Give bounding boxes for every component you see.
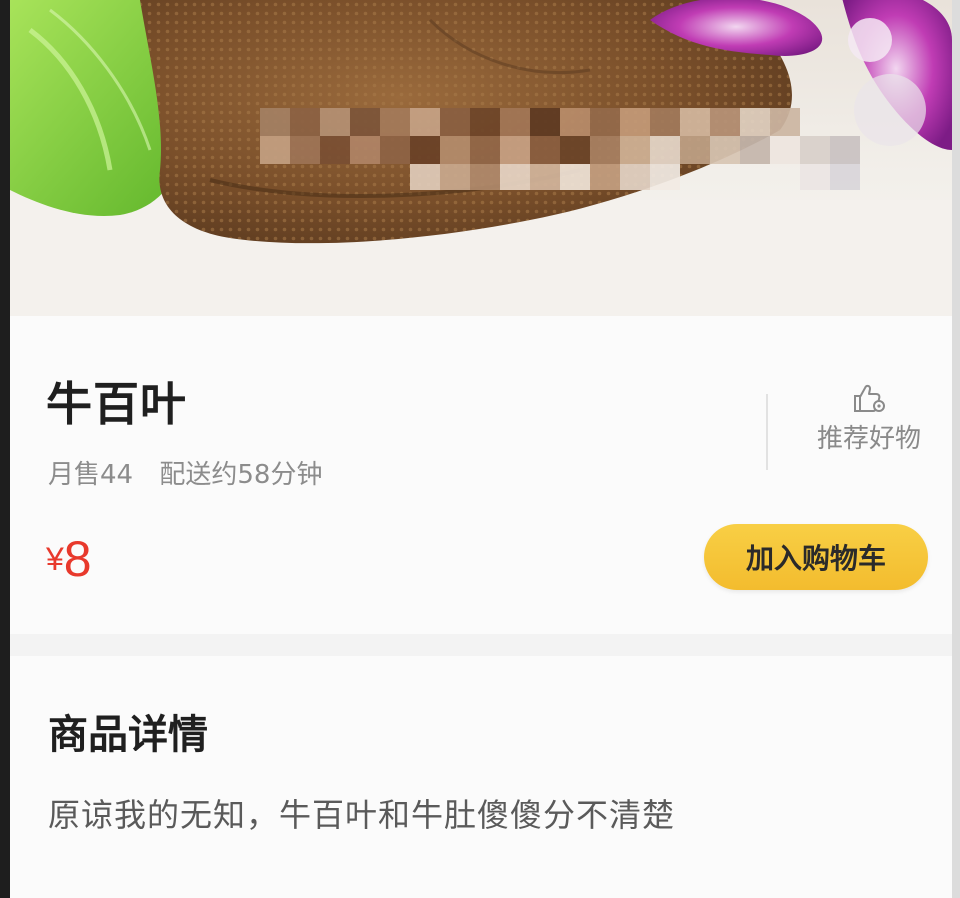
- product-photo-illustration: [10, 0, 952, 316]
- product-meta: 月售44 配送约58分钟: [48, 454, 322, 491]
- product-price: ¥8: [46, 530, 92, 588]
- price-value: 8: [63, 531, 92, 587]
- screen-right-edge: [952, 0, 960, 898]
- screen-left-edge: [0, 0, 10, 898]
- monthly-sales: 月售44: [48, 460, 134, 490]
- thumbs-up-icon: [854, 384, 885, 412]
- recommend-button[interactable]: 推荐好物: [804, 382, 934, 455]
- delivery-time: 配送约58分钟: [159, 460, 323, 490]
- add-to-cart-button[interactable]: 加入购物车: [704, 524, 928, 590]
- product-detail-screen: 牛百叶 月售44 配送约58分钟 ¥8 推荐好物 加入购物车 商品详情 原谅我的…: [0, 0, 960, 898]
- recommend-label: 推荐好物: [816, 424, 921, 454]
- price-currency: ¥: [46, 541, 64, 577]
- details-heading: 商品详情: [48, 712, 208, 758]
- details-description: 原谅我的无知，牛百叶和牛肚傻傻分不清楚: [48, 796, 676, 834]
- vertical-divider: [766, 394, 768, 470]
- product-name: 牛百叶: [46, 377, 187, 431]
- product-image: [10, 0, 952, 316]
- product-details-section: 商品详情 原谅我的无知，牛百叶和牛肚傻傻分不清楚: [10, 656, 952, 898]
- product-info-card: 牛百叶 月售44 配送约58分钟 ¥8 推荐好物 加入购物车: [10, 316, 952, 634]
